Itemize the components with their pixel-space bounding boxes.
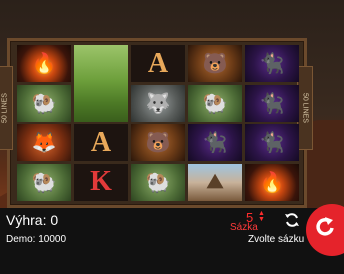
panther-icon: 🐈‍⬛ bbox=[259, 53, 285, 75]
reel-2-symbol-letter-a: A bbox=[74, 124, 128, 161]
autoplay-icon[interactable] bbox=[284, 212, 300, 228]
campfire-icon: 🔥 bbox=[259, 171, 285, 194]
bet-stepper[interactable]: ▲ ▼ bbox=[258, 210, 265, 223]
reel-1-symbol-ram: 🐏 bbox=[17, 163, 71, 201]
win-label: Výhra: 0 bbox=[6, 212, 59, 228]
bet-label: Sázka bbox=[230, 222, 258, 233]
fox-icon: 🦊 bbox=[31, 132, 57, 154]
reel-1-symbol-ram: 🐏 bbox=[17, 84, 71, 122]
ram-icon: 🐏 bbox=[202, 92, 228, 115]
reel-4-symbol-bear: 🐻 bbox=[188, 45, 242, 82]
paylines-indicator-left: 50 LINES bbox=[0, 66, 13, 150]
reel-4-symbol-ram: 🐏 bbox=[188, 84, 242, 122]
panther-icon: 🐈‍⬛ bbox=[259, 92, 285, 115]
reel-3-symbol-bear: 🐻 bbox=[131, 124, 185, 161]
demo-value: 10000 bbox=[38, 234, 67, 245]
reel-2-symbol-letter-k: K bbox=[74, 163, 128, 201]
demo-label: Demo: bbox=[6, 234, 36, 245]
reel-5-symbol-panther: 🐈‍⬛ bbox=[245, 124, 299, 161]
ram-icon: 🐏 bbox=[31, 171, 57, 194]
choose-bet-button[interactable]: Zvolte sázku bbox=[248, 234, 304, 245]
ram-icon: 🐏 bbox=[145, 171, 171, 194]
reel-3-symbol-ram: 🐏 bbox=[131, 163, 185, 201]
demo-balance: Demo: 10000 bbox=[6, 234, 66, 245]
wolf-icon: 🐺 bbox=[145, 92, 171, 115]
bear-icon: 🐻 bbox=[145, 132, 171, 154]
letter-a-icon: A bbox=[90, 126, 112, 158]
letter-a-icon: A bbox=[147, 47, 169, 79]
reel-1-symbol-campfire: 🔥 bbox=[17, 45, 71, 82]
mountains-icon: ⛰ bbox=[206, 170, 224, 193]
reel-grid: 🔥 🐏 🦊 🐏 A K A 🐺 🐻 🐏 🐻 🐏 🐈‍⬛ ⛰ 🐈‍⬛ 🐈‍⬛ 🐈‍⬛ 🔥 bbox=[17, 45, 307, 201]
reel-3-symbol-wolf: 🐺 bbox=[131, 84, 185, 122]
reel-5-symbol-panther: 🐈‍⬛ bbox=[245, 45, 299, 82]
bear-icon: 🐻 bbox=[202, 53, 228, 75]
reel-4-symbol-mountains: ⛰ bbox=[188, 163, 242, 201]
letter-k-icon: K bbox=[90, 166, 112, 197]
reel-4-symbol-panther: 🐈‍⬛ bbox=[188, 124, 242, 161]
bet-decrease-icon[interactable]: ▼ bbox=[258, 216, 265, 223]
reel-3-symbol-letter-a: A bbox=[131, 45, 185, 82]
ram-icon: 🐏 bbox=[31, 92, 57, 115]
panther-icon: 🐈‍⬛ bbox=[259, 132, 285, 154]
reel-5-symbol-panther: 🐈‍⬛ bbox=[245, 84, 299, 122]
reel-5-symbol-campfire: 🔥 bbox=[245, 163, 299, 201]
panther-icon: 🐈‍⬛ bbox=[202, 132, 228, 154]
campfire-icon: 🔥 bbox=[31, 53, 57, 75]
spin-icon bbox=[316, 217, 334, 236]
reel-2-symbol-meadow bbox=[74, 45, 128, 122]
reel-1-symbol-fox: 🦊 bbox=[17, 124, 71, 161]
